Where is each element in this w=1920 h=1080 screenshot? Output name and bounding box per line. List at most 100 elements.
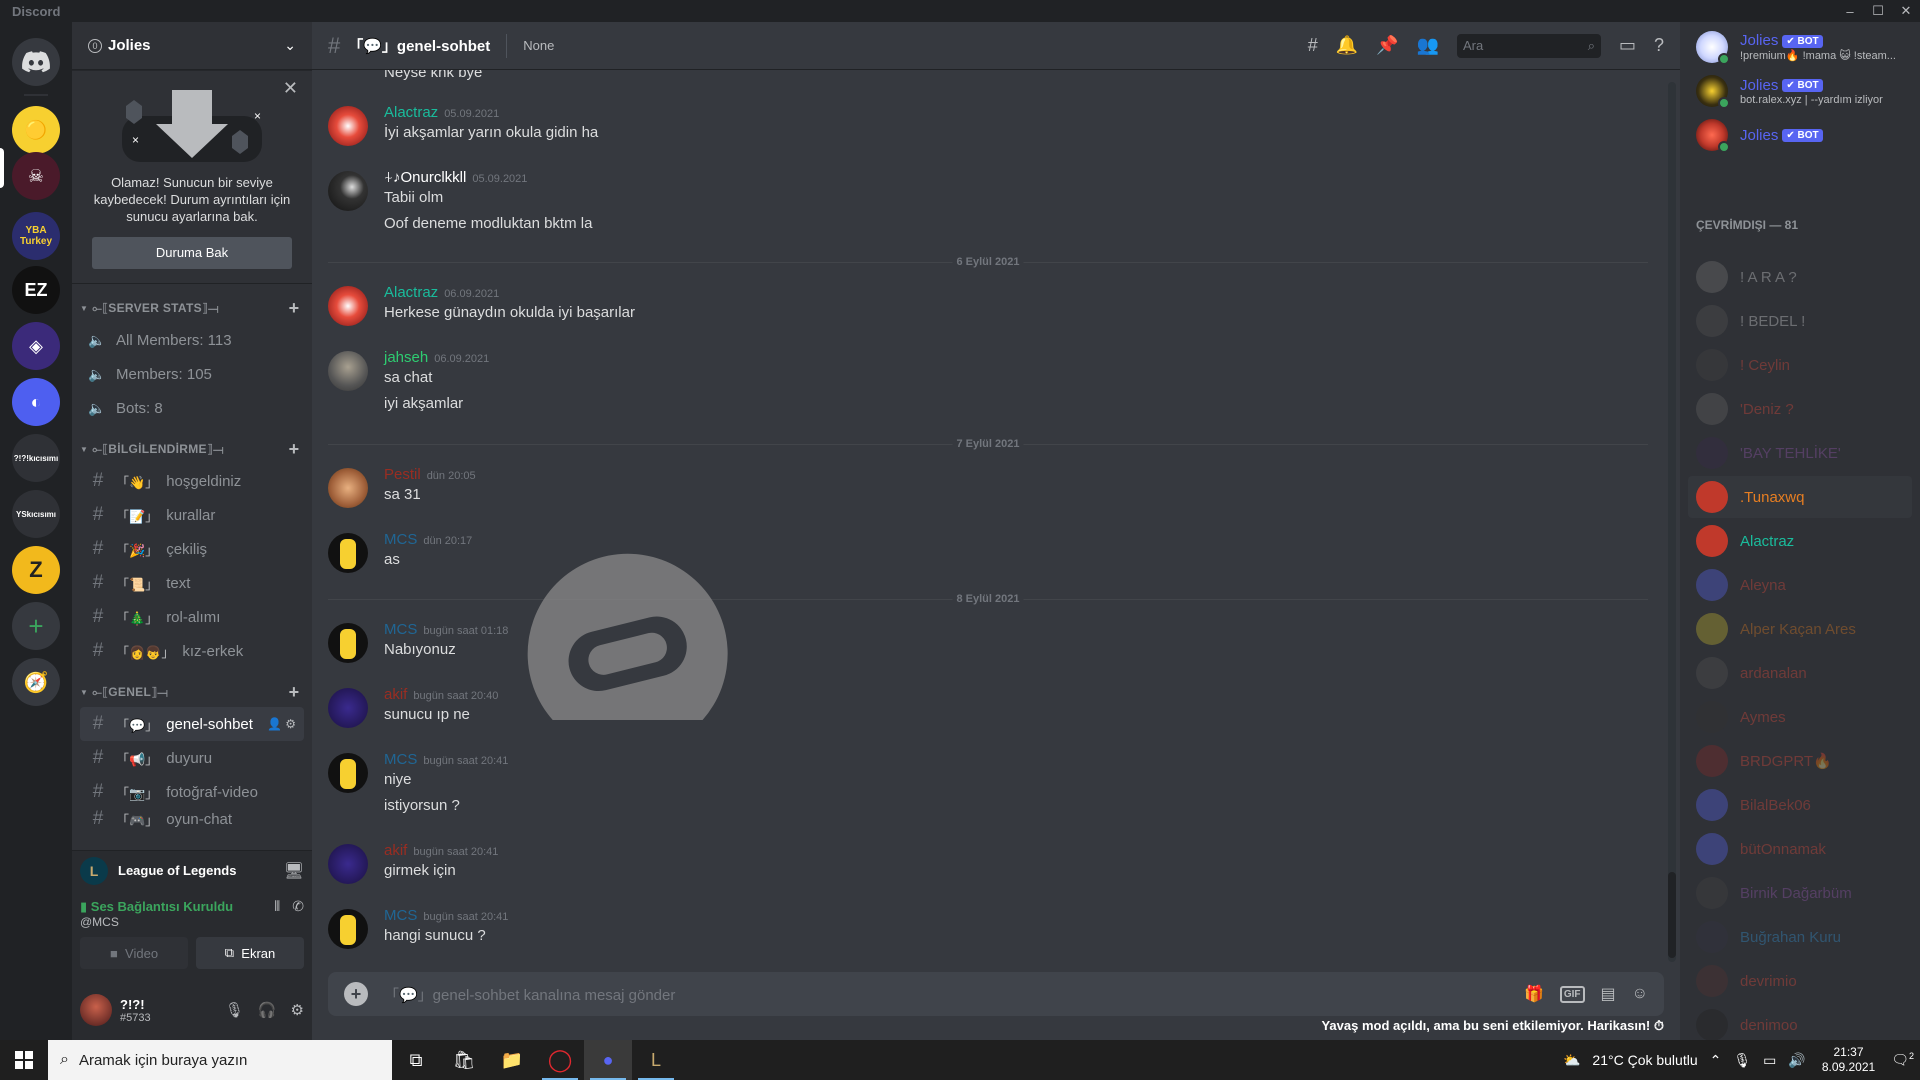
message-author[interactable]: Alactraz <box>384 104 438 121</box>
headphones-icon[interactable]: 🎧 <box>258 1001 277 1019</box>
task-view-icon[interactable]: ⧉ <box>392 1040 440 1080</box>
emoji-icon[interactable]: ☺ <box>1632 985 1648 1003</box>
member-item[interactable]: Birnik Dağarbüm <box>1688 872 1912 914</box>
search-input[interactable]: Ara ⌕ <box>1456 33 1601 58</box>
volume-icon[interactable]: 🔊 <box>1788 1052 1805 1069</box>
member-item[interactable]: Buğrahan Kuru <box>1688 916 1912 958</box>
start-button[interactable] <box>0 1040 48 1080</box>
member-list-icon[interactable]: 👥 <box>1417 35 1439 56</box>
discord-taskbar-icon[interactable]: ● <box>584 1040 632 1080</box>
server-q[interactable]: ?!?!kıcısımı <box>12 434 60 482</box>
sticker-icon[interactable]: ▤ <box>1601 984 1616 1004</box>
inbox-icon[interactable]: ▭ <box>1619 35 1636 56</box>
minimize-button[interactable]: – <box>1836 0 1864 22</box>
pin-icon[interactable]: 📌 <box>1376 35 1398 56</box>
monitor-icon[interactable]: 🖥 <box>284 861 304 881</box>
member-item[interactable]: Jolies ✔ BOT !premium🔥 !mama 😺 !steam... <box>1688 26 1912 68</box>
guild-header[interactable]: 0 Jolies ⌄ <box>72 22 312 70</box>
member-item[interactable]: Alactraz <box>1688 520 1912 562</box>
server-purple[interactable]: ◈ <box>12 322 60 370</box>
member-item[interactable]: Aleyna <box>1688 564 1912 606</box>
server-bart[interactable]: 🟡 <box>12 106 60 154</box>
member-item[interactable]: ! BEDEL ! <box>1688 300 1912 342</box>
gift-icon[interactable]: 🎁 <box>1524 984 1544 1004</box>
weather-icon[interactable]: ⛅ <box>1563 1052 1580 1069</box>
avatar[interactable] <box>328 106 368 146</box>
create-channel-icon[interactable]: + <box>284 298 304 319</box>
server-ez[interactable]: EZ <box>12 266 60 314</box>
avatar[interactable] <box>328 171 368 211</box>
screen-share-button[interactable]: ⧉ Ekran <box>196 937 304 969</box>
message-author[interactable]: akif <box>384 842 407 859</box>
home-button[interactable] <box>12 38 60 86</box>
member-item[interactable]: ! Ceylin <box>1688 344 1912 386</box>
server-yba[interactable]: YBA Turkey <box>12 212 60 260</box>
server-jolies[interactable]: ☠ <box>12 152 60 200</box>
add-server-button[interactable]: + <box>12 602 60 650</box>
text-channel[interactable]: # 「🎉」 çekiliş <box>80 532 304 566</box>
text-channel[interactable]: # 「🎮」 oyun-chat <box>80 809 304 829</box>
text-channel[interactable]: # 「🎄」 rol-alımı <box>80 600 304 634</box>
avatar[interactable] <box>328 468 368 508</box>
category-genel[interactable]: ▼ ⟜⟦GENEL⟧⟞ + <box>72 668 312 707</box>
disconnect-icon[interactable]: ✆ <box>292 898 304 915</box>
gif-icon[interactable]: GIF <box>1559 985 1585 1003</box>
message-composer[interactable]: + 「💬」genel-sohbet kanalına mesaj gönder … <box>328 972 1664 1016</box>
server-ys[interactable]: YSkıcısımı <box>12 490 60 538</box>
category-server-stats[interactable]: ▼ ⟜⟦SERVER STATS⟧⟞ + <box>72 284 312 323</box>
text-channel[interactable]: # 「📜」 text <box>80 566 304 600</box>
weather-text[interactable]: 21°C Çok bulutlu <box>1592 1052 1697 1068</box>
text-channel[interactable]: # 「📢」 duyuru <box>80 741 304 775</box>
member-item[interactable]: ! A R A ? <box>1688 256 1912 298</box>
network-icon[interactable]: ▭ <box>1763 1052 1776 1069</box>
store-icon[interactable]: 🛍 <box>440 1040 488 1080</box>
member-item[interactable]: 'Deniz ? <box>1688 388 1912 430</box>
message-author[interactable]: MCS <box>384 531 417 548</box>
notification-icon[interactable]: 🗨2 <box>1891 1051 1914 1069</box>
create-channel-icon[interactable]: + <box>284 439 304 460</box>
message-author[interactable]: jahseh <box>384 349 428 366</box>
message-author[interactable]: akif <box>384 686 407 703</box>
member-item[interactable]: bütOnnamak <box>1688 828 1912 870</box>
avatar[interactable] <box>328 688 368 728</box>
message-scrollbar[interactable] <box>1668 82 1676 962</box>
help-icon[interactable]: ? <box>1654 35 1664 56</box>
member-item[interactable]: .Tunaxwq <box>1688 476 1912 518</box>
avatar[interactable] <box>328 623 368 663</box>
create-channel-icon[interactable]: + <box>284 682 304 703</box>
threads-icon[interactable]: # <box>1308 35 1318 56</box>
voice-channel[interactable]: 🔈 Members: 105 <box>80 357 304 391</box>
close-window-button[interactable]: ✕ <box>1892 0 1920 22</box>
server-z[interactable]: Z <box>12 546 60 594</box>
server-blue[interactable]: ◐ <box>12 378 60 426</box>
close-icon[interactable]: ✕ <box>283 78 298 99</box>
message-author[interactable]: ⍭♪Onurclkkll <box>384 169 466 186</box>
view-status-button[interactable]: Duruma Bak <box>92 237 292 269</box>
avatar[interactable] <box>328 909 368 949</box>
microphone-icon[interactable]: 🎙 <box>225 1001 244 1019</box>
voice-channel[interactable]: 🔈 Bots: 8 <box>80 391 304 425</box>
category-bilgilendirme[interactable]: ▼ ⟜⟦BİLGİLENDİRME⟧⟞ + <box>72 425 312 464</box>
member-item[interactable]: Alper Kaçan Ares <box>1688 608 1912 650</box>
clock[interactable]: 21:37 8.09.2021 <box>1822 1045 1875 1075</box>
invite-settings-icons[interactable]: 👤 ⚙ <box>267 717 296 731</box>
avatar[interactable] <box>328 351 368 391</box>
maximize-button[interactable]: ☐ <box>1864 0 1892 22</box>
league-taskbar-icon[interactable]: L <box>632 1040 680 1080</box>
member-item[interactable]: BilalBek06 <box>1688 784 1912 826</box>
chevron-up-icon[interactable]: ⌃ <box>1710 1052 1722 1069</box>
text-channel[interactable]: # 「📝」 kurallar <box>80 498 304 532</box>
member-item[interactable]: 'BAY TEHLİKE' <box>1688 432 1912 474</box>
message-author[interactable]: MCS <box>384 907 417 924</box>
member-item[interactable]: Aymes <box>1688 696 1912 738</box>
text-channel-active[interactable]: # 「💬」 genel-sohbet 👤 ⚙ <box>80 707 304 741</box>
text-channel[interactable]: # 「👩👦」 kız-erkek <box>80 634 304 668</box>
file-explorer-icon[interactable]: 📁 <box>488 1040 536 1080</box>
member-item[interactable]: BRDGPRT🔥 <box>1688 740 1912 782</box>
member-item[interactable]: devrimio <box>1688 960 1912 1002</box>
gear-icon[interactable]: ⚙ <box>291 1001 304 1019</box>
add-attachment-icon[interactable]: + <box>344 982 368 1006</box>
video-button[interactable]: ■ Video <box>80 937 188 969</box>
taskbar-search[interactable]: ⌕ Aramak için buraya yazın <box>48 1040 392 1080</box>
text-channel[interactable]: # 「👋」 hoşgeldiniz <box>80 464 304 498</box>
